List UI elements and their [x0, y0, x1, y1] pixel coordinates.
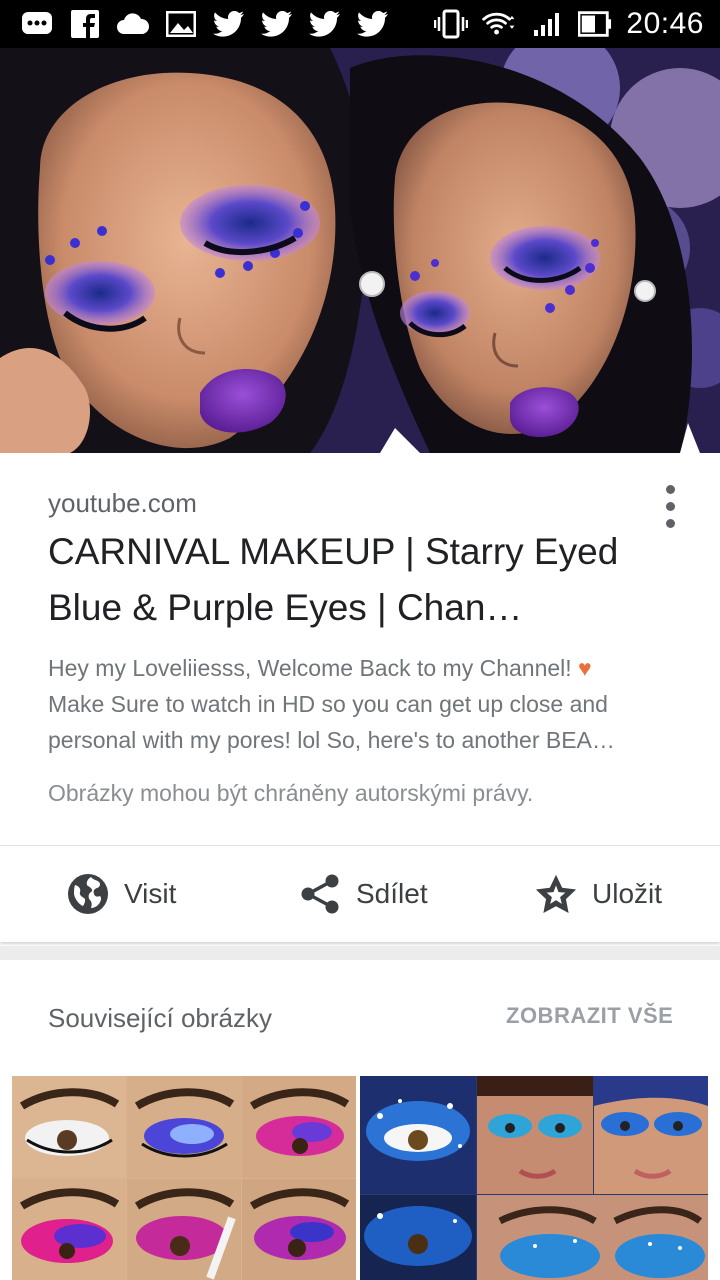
gallery-icon	[164, 7, 198, 41]
status-bar: 20:46	[0, 0, 720, 48]
signal-icon	[530, 7, 564, 41]
see-all-link[interactable]: ZOBRAZIT VŠE	[506, 1003, 673, 1029]
twitter-icon	[308, 7, 342, 41]
share-button[interactable]: Sdílet	[298, 846, 428, 942]
description-text-cont: Make Sure to watch in HD so you can get …	[48, 691, 615, 753]
clock: 20:46	[626, 7, 704, 40]
description-text: Hey my Loveliiesss, Welcome Back to my C…	[48, 655, 579, 681]
star-icon	[534, 872, 578, 916]
battery-icon	[578, 7, 612, 41]
share-label: Sdílet	[356, 878, 428, 909]
save-label: Uložit	[592, 878, 663, 909]
section-separator	[0, 946, 720, 960]
result-title[interactable]: CARNIVAL MAKEUP | Starry Eyed Blue & Pur…	[48, 524, 668, 636]
vibrate-icon	[434, 7, 469, 41]
globe-icon	[66, 872, 110, 916]
result-description: Hey my Loveliiesss, Welcome Back to my C…	[48, 650, 688, 758]
source-domain[interactable]: youtube.com	[48, 488, 197, 519]
save-button[interactable]: Uložit	[534, 846, 662, 942]
twitter-icon	[212, 7, 246, 41]
copyright-notice: Obrázky mohou být chráněny autorskými pr…	[48, 780, 534, 806]
visit-button[interactable]: Visit	[66, 846, 176, 942]
facebook-icon	[68, 7, 102, 41]
twitter-icon	[260, 7, 294, 41]
related-image-thumbnail[interactable]	[360, 1076, 708, 1280]
twitter-icon	[356, 7, 390, 41]
related-images-heading: Související obrázky	[48, 1003, 272, 1033]
visit-label: Visit	[124, 878, 177, 909]
message-icon	[20, 7, 54, 41]
cloud-icon	[116, 7, 150, 41]
action-bar: Visit Sdílet Uložit	[0, 846, 720, 942]
share-icon	[298, 872, 342, 916]
related-image-thumbnail[interactable]	[12, 1076, 356, 1280]
wifi-icon	[482, 7, 516, 41]
heart-icon: ♥	[578, 655, 592, 681]
hero-photo[interactable]	[0, 48, 720, 453]
